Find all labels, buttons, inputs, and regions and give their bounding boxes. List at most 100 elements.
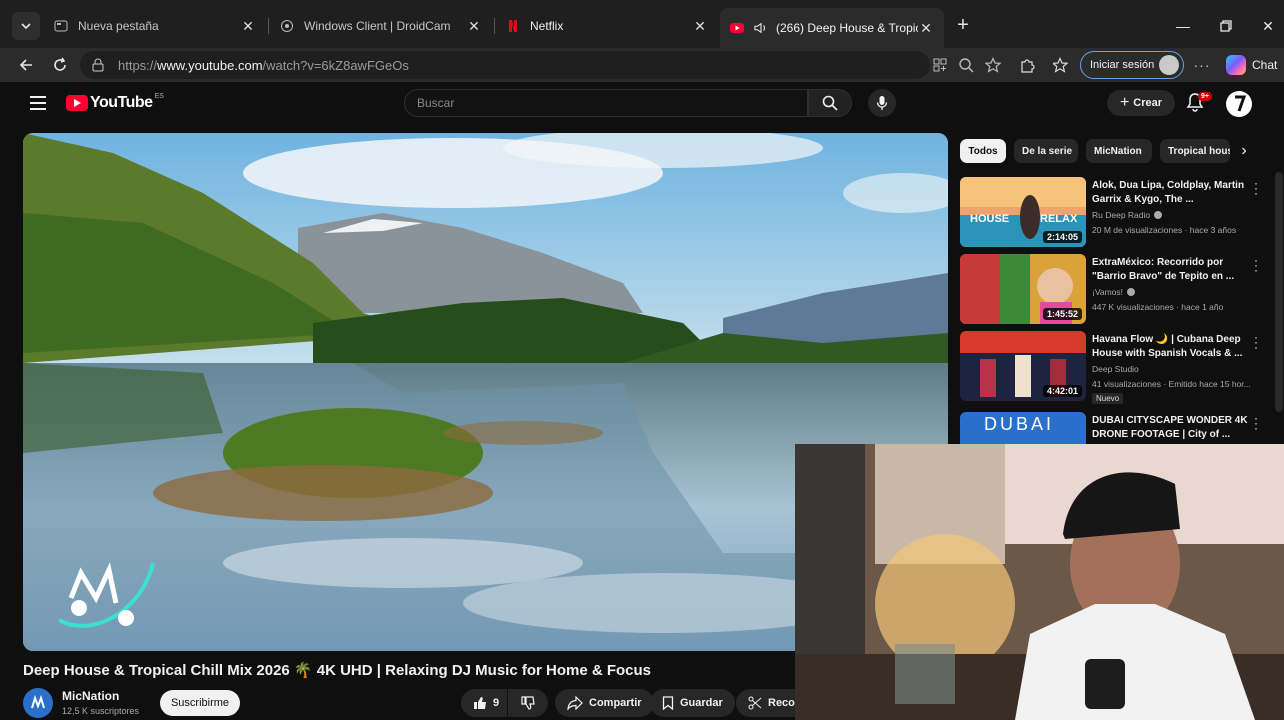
tab-droidcam[interactable]: Windows Client | DroidCam ✕ (270, 9, 492, 43)
arrow-left-icon (19, 59, 32, 71)
recommendation-meta: 20 M de visualizaciones · hace 3 años (1092, 225, 1237, 235)
save-label: Guardar (680, 697, 723, 709)
chip-todos[interactable]: Todos (960, 139, 1006, 163)
youtube-play-icon (66, 95, 88, 111)
share-button[interactable]: Compartir (555, 689, 654, 717)
thumbs-down-icon (521, 696, 535, 710)
more-vertical-icon[interactable]: · · · (1254, 177, 1260, 199)
recommendation-title[interactable]: Alok, Dua Lipa, Coldplay, Martin Garrix … (1092, 179, 1250, 207)
user-avatar[interactable] (1226, 91, 1252, 117)
address-bar-row: https://www.youtube.com/watch?v=6kZ8awFG… (0, 48, 1284, 82)
chevron-down-icon (21, 23, 31, 30)
subscribe-button[interactable]: Suscribirme (160, 690, 240, 716)
extensions-icon[interactable] (1017, 55, 1037, 75)
restore-icon (1220, 20, 1232, 32)
dislike-button[interactable] (508, 689, 548, 717)
copilot-chat-button[interactable]: Chat (1226, 53, 1277, 77)
share-icon (567, 696, 583, 710)
create-label: Crear (1133, 97, 1163, 109)
recommendation-title[interactable]: DUBAI CITYSCAPE WONDER 4K DRONE FOOTAGE … (1092, 414, 1250, 442)
restore-button[interactable] (1214, 14, 1238, 38)
speaker-icon[interactable] (754, 21, 768, 35)
browser-tab-bar: Nueva pestaña ✕ Windows Client | DroidCa… (0, 0, 1284, 48)
more-vertical-icon[interactable]: · · · (1254, 331, 1260, 353)
video-duration: 2:14:05 (1042, 231, 1082, 243)
tab-title: Netflix (530, 19, 564, 33)
more-vertical-icon[interactable]: · · · (1254, 412, 1260, 434)
reload-button[interactable] (48, 53, 72, 77)
favorite-star-icon[interactable] (983, 55, 1003, 75)
tab-netflix[interactable]: Netflix ✕ (496, 9, 718, 43)
globe-icon (280, 19, 294, 33)
voice-search-button[interactable] (868, 89, 896, 117)
zoom-icon[interactable] (956, 55, 976, 75)
tab-actions-menu-button[interactable] (12, 12, 40, 40)
close-icon[interactable]: ✕ (240, 18, 256, 34)
chip-de-la-serie[interactable]: De la serie (1014, 139, 1078, 163)
microphone-icon (876, 96, 888, 110)
chip-tropical-house[interactable]: Tropical house (1160, 139, 1230, 163)
list-item[interactable]: 4:42:01 Havana Flow 🌙 | Cubana Deep Hous… (960, 331, 1260, 404)
video-thumbnail[interactable]: 4:42:01 (960, 331, 1086, 401)
minimize-button[interactable]: — (1171, 14, 1195, 38)
list-item[interactable]: 1:45:52 ExtraMéxico: Recorrido por "Barr… (960, 254, 1260, 326)
close-window-button[interactable]: ✕ (1256, 14, 1280, 38)
site-info-icon[interactable] (90, 57, 106, 73)
verified-icon (1154, 211, 1163, 219)
scissors-icon (748, 696, 762, 710)
like-button[interactable]: 9 (461, 689, 507, 717)
webcam-overlay (795, 444, 1284, 720)
signin-button[interactable]: Iniciar sesión (1080, 51, 1184, 79)
video-duration: 4:42:01 (1042, 385, 1082, 397)
signin-label: Iniciar sesión (1090, 59, 1155, 71)
bookmark-icon (662, 696, 674, 710)
recommendation-title[interactable]: Havana Flow 🌙 | Cubana Deep House with S… (1092, 333, 1250, 361)
tab-nueva-pestana[interactable]: Nueva pestaña ✕ (44, 9, 266, 43)
tab-title: Windows Client | DroidCam (304, 19, 451, 33)
thumbnail-text: DUBAI (984, 414, 1055, 434)
notification-count-badge: 9+ (1198, 92, 1212, 101)
more-options-icon[interactable]: ··· (1192, 55, 1212, 75)
menu-icon[interactable] (30, 96, 46, 110)
reload-icon (54, 57, 66, 71)
region-code: ES (154, 92, 164, 100)
thumbnail-text: HOUSE (970, 213, 1010, 225)
close-icon[interactable]: ✕ (466, 18, 482, 34)
webcam-feed-image (795, 444, 1284, 720)
url-bar[interactable]: https://www.youtube.com/watch?v=6kZ8awFG… (80, 51, 930, 79)
tab-separator (268, 18, 269, 34)
app-available-icon[interactable] (930, 55, 950, 75)
close-icon[interactable]: ✕ (918, 20, 934, 36)
channel-avatar[interactable] (23, 688, 53, 718)
chevron-right-icon[interactable]: › (1234, 140, 1254, 162)
chat-label: Chat (1252, 58, 1278, 72)
plus-icon: + (1119, 94, 1130, 111)
tab-separator (494, 18, 495, 34)
close-icon[interactable]: ✕ (692, 18, 708, 34)
recommendation-meta: 447 K visualizaciones · hace 1 año (1092, 302, 1224, 312)
new-tab-button[interactable]: + (952, 14, 974, 36)
create-button[interactable]: + Crear (1107, 90, 1175, 116)
search-button[interactable] (808, 89, 852, 117)
video-thumbnail[interactable]: 1:45:52 (960, 254, 1086, 324)
scrollbar[interactable] (1275, 172, 1283, 412)
favorites-icon[interactable] (1051, 55, 1071, 75)
channel-watermark-logo (58, 562, 155, 628)
video-thumbnail[interactable]: HOUSE RELAX 2:14:05 (960, 177, 1086, 247)
search-input[interactable]: Buscar (404, 89, 808, 117)
channel-name[interactable]: MicNation (62, 689, 119, 703)
video-title: Deep House & Tropical Chill Mix 2026 🌴 4… (23, 662, 652, 679)
list-item[interactable]: HOUSE RELAX 2:14:05 Alok, Dua Lipa, Cold… (960, 177, 1260, 249)
recommendation-title[interactable]: ExtraMéxico: Recorrido por "Barrio Bravo… (1092, 256, 1250, 284)
recommendation-channel[interactable]: Deep Studio (1092, 364, 1139, 374)
youtube-logo[interactable]: YouTube ES (66, 92, 164, 112)
back-button[interactable] (14, 53, 38, 77)
chip-micnation[interactable]: MicNation (1086, 139, 1152, 163)
tab-youtube-active[interactable]: (266) Deep House & Tropical Chill Mix 20… (720, 8, 944, 48)
save-button[interactable]: Guardar (650, 689, 735, 717)
more-vertical-icon[interactable]: · · · (1254, 254, 1260, 276)
close-icon: ✕ (1262, 17, 1274, 34)
video-duration: 1:45:52 (1042, 308, 1082, 320)
recommendation-channel[interactable]: ¡Vamos! (1092, 287, 1136, 297)
recommendation-channel[interactable]: Ru Deep Radio (1092, 210, 1163, 220)
